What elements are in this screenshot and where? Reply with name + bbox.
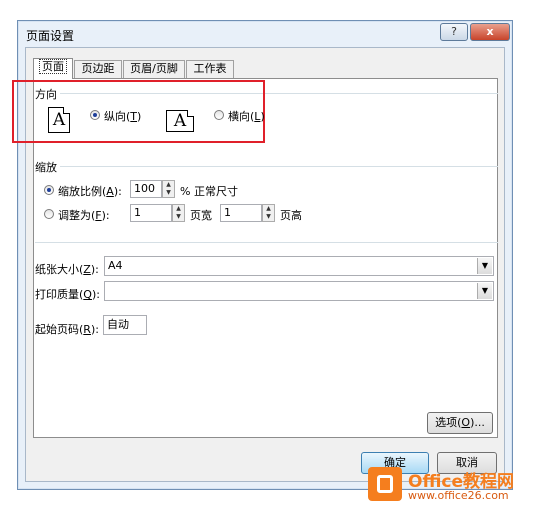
- tab-margins[interactable]: 页边距: [74, 60, 122, 78]
- spin-down-icon[interactable]: ▼: [173, 213, 184, 221]
- scale-percent-suffix: % 正常尺寸: [180, 185, 238, 198]
- portrait-page-glyph: A: [52, 110, 66, 130]
- watermark: Office教程网 www.office26.com: [368, 465, 528, 505]
- first-page-number-label: 起始页码(R):: [35, 323, 99, 336]
- tab-page[interactable]: 页面: [33, 58, 73, 79]
- fit-tall-suffix: 页高: [280, 209, 302, 222]
- landscape-label-text: 横向: [228, 110, 250, 123]
- print-quality-access-key: Q: [83, 288, 92, 301]
- first-page-number-label-text: 起始页码: [35, 323, 79, 336]
- portrait-radio-label[interactable]: 纵向(T): [104, 108, 141, 124]
- paper-size-label: 纸张大小(Z):: [35, 263, 99, 276]
- landscape-page-icon: A: [166, 110, 194, 132]
- title-bar[interactable]: 页面设置 ? x: [18, 21, 512, 47]
- portrait-label-text: 纵向: [104, 110, 126, 123]
- paper-size-label-text: 纸张大小: [35, 263, 79, 276]
- portrait-page-icon: A: [48, 107, 70, 133]
- close-icon: x: [486, 25, 494, 38]
- paper-size-select[interactable]: A4 ▼: [104, 256, 494, 276]
- dialog-title: 页面设置: [26, 29, 75, 43]
- landscape-radio-label[interactable]: 横向(L): [228, 108, 265, 124]
- office-logo-icon: [368, 467, 402, 501]
- scaling-section-label: 缩放: [35, 161, 57, 174]
- scale-percent-input[interactable]: 100: [130, 180, 162, 198]
- fit-to-access-key: F: [95, 209, 102, 222]
- fit-tall-spinner[interactable]: ▲ ▼: [262, 204, 275, 222]
- portrait-access-key: T: [130, 110, 138, 123]
- watermark-url: www.office26.com: [408, 489, 509, 502]
- scale-percent-spinner[interactable]: ▲ ▼: [162, 180, 175, 198]
- options-button[interactable]: 选项(O)...: [427, 412, 493, 434]
- tab-header-footer-label: 页眉/页脚: [130, 62, 178, 75]
- adjust-to-label-text: 缩放比例: [58, 185, 102, 198]
- portrait-radio[interactable]: [90, 110, 100, 120]
- chevron-down-icon[interactable]: ▼: [477, 283, 492, 299]
- tab-header-footer[interactable]: 页眉/页脚: [123, 60, 185, 78]
- landscape-radio[interactable]: [214, 110, 224, 120]
- first-page-number-access-key: R: [83, 323, 91, 336]
- fit-wide-input[interactable]: 1: [130, 204, 172, 222]
- fit-wide-spinner[interactable]: ▲ ▼: [172, 204, 185, 222]
- close-button[interactable]: x: [470, 23, 510, 41]
- adjust-to-radio[interactable]: [44, 185, 54, 195]
- paper-size-value: A4: [108, 259, 123, 272]
- print-quality-label-text: 打印质量: [35, 288, 79, 301]
- fit-tall-input[interactable]: 1: [220, 204, 262, 222]
- options-button-label: 选项: [435, 416, 458, 429]
- chevron-down-icon[interactable]: ▼: [477, 258, 492, 274]
- fit-to-radio[interactable]: [44, 209, 54, 219]
- adjust-to-label[interactable]: 缩放比例(A):: [58, 183, 122, 199]
- landscape-access-key: L: [254, 110, 261, 123]
- print-quality-label: 打印质量(Q):: [35, 288, 100, 301]
- tab-sheet-label: 工作表: [193, 62, 227, 75]
- adjust-to-access-key: A: [106, 185, 114, 198]
- fit-wide-suffix: 页宽: [190, 209, 212, 222]
- print-quality-select[interactable]: ▼: [104, 281, 494, 301]
- spin-up-icon[interactable]: ▲: [173, 205, 184, 213]
- landscape-page-glyph: A: [173, 111, 187, 131]
- spin-up-icon[interactable]: ▲: [263, 205, 274, 213]
- first-page-number-input[interactable]: 自动: [103, 315, 147, 335]
- paper-separator: [35, 242, 498, 243]
- fit-to-label-text: 调整为: [58, 209, 91, 222]
- tab-page-label: 页面: [39, 59, 67, 74]
- options-access-key: O: [461, 416, 471, 429]
- tab-sheet[interactable]: 工作表: [186, 60, 234, 78]
- help-button[interactable]: ?: [440, 23, 468, 41]
- tab-margins-label: 页边距: [81, 62, 115, 75]
- paper-size-access-key: Z: [83, 263, 91, 276]
- fit-to-label[interactable]: 调整为(F):: [58, 207, 110, 223]
- spin-up-icon[interactable]: ▲: [163, 181, 174, 189]
- help-icon: ?: [451, 25, 457, 38]
- spin-down-icon[interactable]: ▼: [163, 189, 174, 197]
- spin-down-icon[interactable]: ▼: [263, 213, 274, 221]
- scaling-separator: [60, 166, 498, 167]
